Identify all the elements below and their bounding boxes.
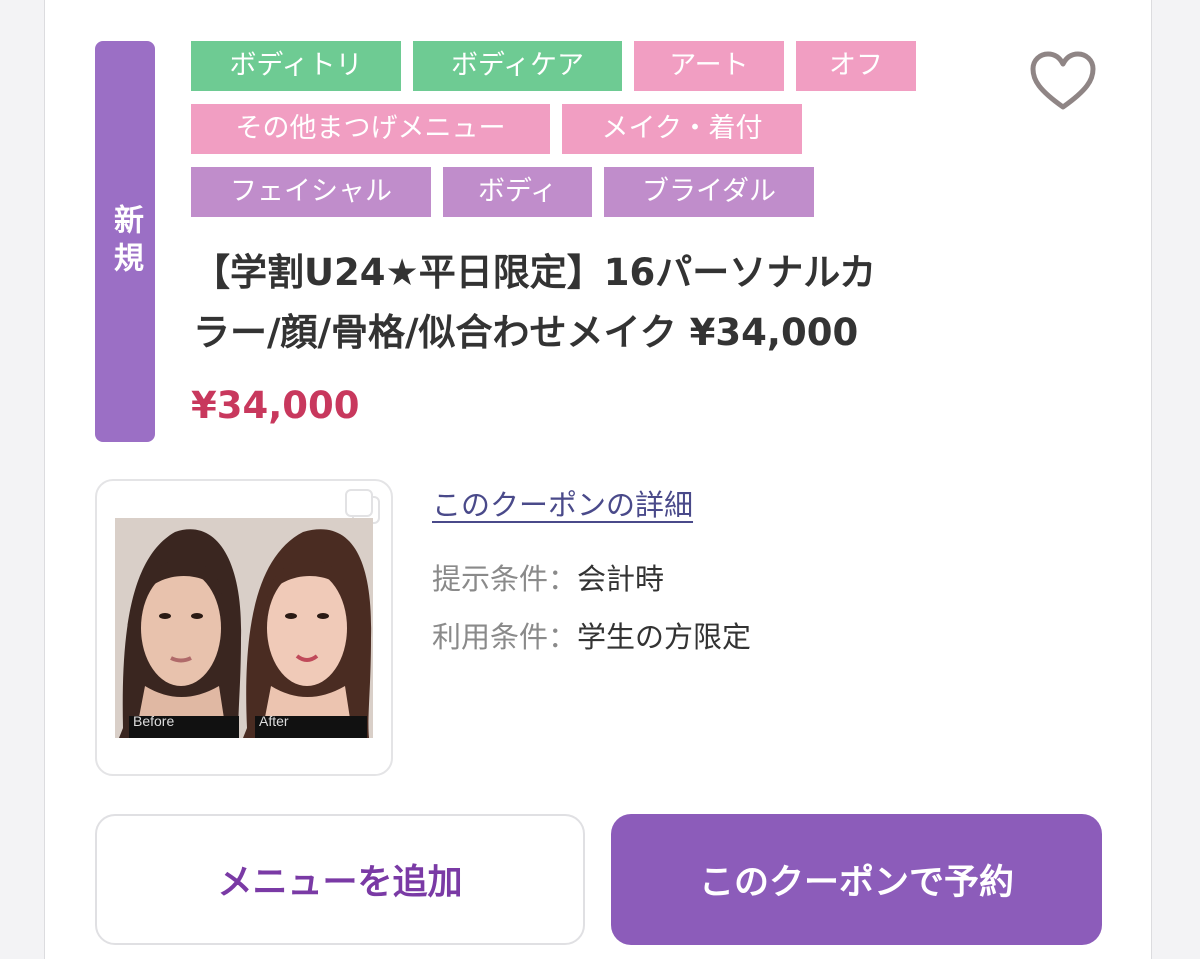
tag-art[interactable]: アート — [634, 41, 784, 91]
coupon-title-line-1: 【学割U24★平日限定】16パーソナルカ — [193, 251, 877, 294]
new-badge-label: 新規 — [108, 203, 143, 280]
tag-off[interactable]: オフ — [796, 41, 916, 91]
tag-makeup-kitsuke[interactable]: メイク・着付 — [562, 104, 802, 154]
add-menu-button-label: メニューを追加 — [217, 863, 463, 903]
coupon-title-line-2: ラー/顔/骨格/似合わせメイク ¥34,000 — [193, 311, 859, 354]
new-badge: 新規 — [95, 41, 155, 442]
coupon-title: 【学割U24★平日限定】16パーソナルカ ラー/顔/骨格/似合わせメイク ¥34… — [193, 243, 993, 363]
presentation-condition-label: 提示条件： — [432, 562, 578, 596]
coupon-detail-link[interactable]: このクーポンの詳細 — [432, 482, 693, 524]
usage-condition-value: 学生の方限定 — [577, 620, 752, 654]
tag-other-lash-menu[interactable]: その他まつげメニュー — [191, 104, 550, 154]
presentation-condition-value: 会計時 — [577, 562, 665, 596]
tag-bridal[interactable]: ブライダル — [604, 167, 814, 217]
coupon-price: ¥34,000 — [191, 384, 360, 427]
usage-condition-label: 利用条件： — [432, 620, 578, 654]
heart-outline-icon[interactable] — [1029, 50, 1097, 112]
tag-body-tori[interactable]: ボディトリ — [191, 41, 401, 91]
add-menu-button[interactable]: メニューを追加 — [95, 814, 585, 945]
after-label: After — [259, 713, 289, 729]
tag-body-care[interactable]: ボディケア — [413, 41, 622, 91]
before-label: Before — [133, 713, 174, 729]
presentation-condition: 提示条件：会計時 — [432, 556, 664, 598]
before-after-photo[interactable]: Before After — [115, 518, 373, 738]
reserve-button-label: このクーポンで予約 — [698, 863, 1014, 903]
usage-condition: 利用条件：学生の方限定 — [432, 614, 751, 656]
tag-facial[interactable]: フェイシャル — [191, 167, 431, 217]
reserve-with-coupon-button[interactable]: このクーポンで予約 — [611, 814, 1102, 945]
tag-body[interactable]: ボディ — [443, 167, 592, 217]
